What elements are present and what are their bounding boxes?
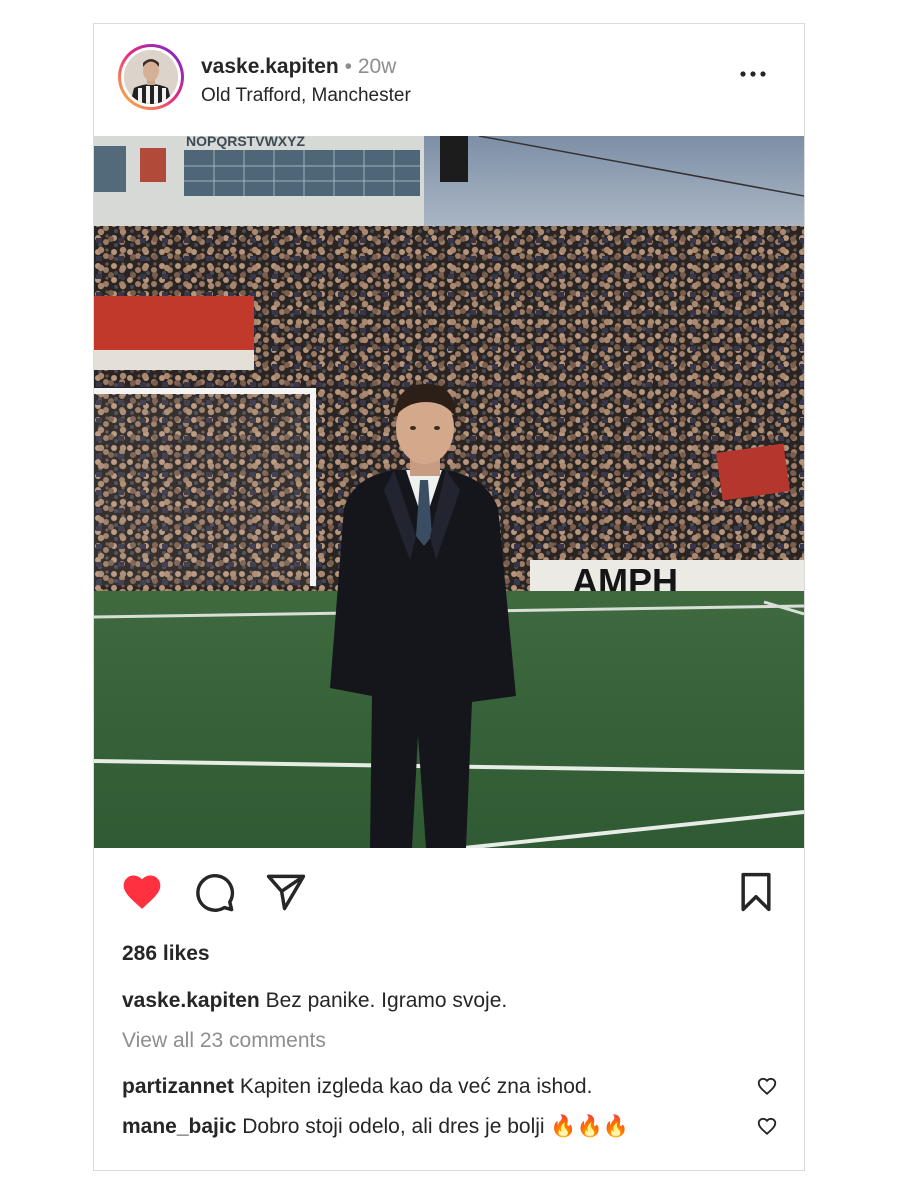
post-card: vaske.kapiten • 20w Old Trafford, Manche… [93, 23, 805, 1171]
location-link[interactable]: Old Trafford, Manchester [201, 84, 411, 108]
separator-dot: • [344, 55, 352, 78]
username-line: vaske.kapiten • 20w [201, 54, 411, 80]
post-header: vaske.kapiten • 20w Old Trafford, Manche… [94, 24, 804, 136]
post-time: 20w [357, 55, 397, 78]
user-block: vaske.kapiten • 20w Old Trafford, Manche… [201, 54, 411, 108]
likes-count[interactable]: 286 likes [122, 942, 210, 966]
action-bar [94, 864, 804, 920]
photo-scene: NOPQRSTVWXYZ AMPH [94, 136, 804, 848]
comment-username[interactable]: mane_bajic [122, 1115, 236, 1138]
caption-text: Bez panike. Igramo svoje. [265, 989, 508, 1012]
avatar-ring [121, 47, 181, 107]
heart-outline-icon[interactable] [756, 1075, 778, 1097]
avatar-image [124, 50, 178, 104]
bookmark-icon[interactable] [734, 870, 778, 914]
comment-item: partizannet Kapiten izgleda kao da već z… [122, 1075, 592, 1099]
caption-username[interactable]: vaske.kapiten [122, 989, 260, 1012]
comment-item: mane_bajic Dobro stoji odelo, ali dres j… [122, 1115, 629, 1139]
comment-username[interactable]: partizannet [122, 1075, 234, 1098]
username-link[interactable]: vaske.kapiten [201, 55, 339, 78]
caption: vaske.kapiten Bez panike. Igramo svoje. [122, 989, 507, 1013]
comment-text: Kapiten izgleda kao da već zna ishod. [239, 1075, 593, 1098]
comment-text: Dobro stoji odelo, ali dres je bolji 🔥🔥🔥 [242, 1115, 629, 1138]
scoreboard-text: NOPQRSTVWXYZ [186, 136, 305, 149]
view-all-comments-link[interactable]: View all 23 comments [122, 1029, 326, 1053]
more-dots-icon[interactable] [738, 64, 768, 84]
comment-bubble-icon[interactable] [192, 870, 236, 914]
heart-outline-icon[interactable] [756, 1115, 778, 1137]
post-photo[interactable]: NOPQRSTVWXYZ AMPH [94, 136, 804, 848]
heart-filled-icon[interactable] [120, 870, 164, 914]
avatar[interactable] [118, 44, 184, 110]
paper-plane-icon[interactable] [264, 870, 308, 914]
